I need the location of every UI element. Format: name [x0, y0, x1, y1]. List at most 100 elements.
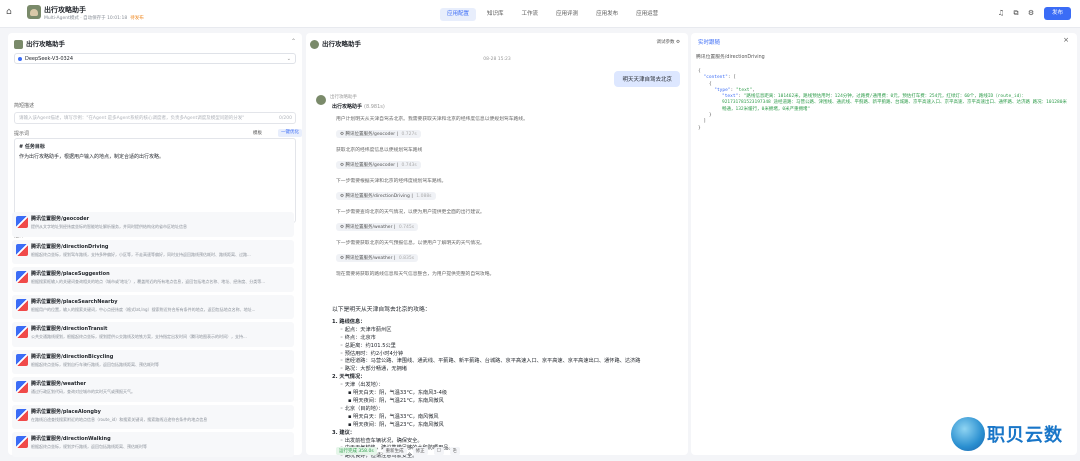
desc-label: 简短描述: [14, 103, 35, 109]
app-subtitle: Multi-Agent模式 · 自动保存于 10:01:18 待发布: [44, 16, 144, 21]
answer-line: ◦ 总距离：约101.5公里: [340, 342, 396, 349]
answer-line: 1. 路线信息：: [332, 318, 366, 325]
tool-call-chip[interactable]: ⚙ 腾讯位置服务/geocoder | 0.727s: [336, 130, 421, 138]
debug-params-button[interactable]: 调试参数: [657, 40, 675, 45]
answer-line: 3. 建议：: [332, 429, 355, 436]
tab-app-config[interactable]: 应用配置: [440, 8, 477, 21]
tab-eval[interactable]: 应用评测: [549, 8, 585, 21]
prompt-heading: # 任务目标: [19, 144, 45, 150]
plugin-icon: [16, 243, 28, 256]
optimize-button[interactable]: 一键优化: [278, 129, 302, 137]
plugin-icon: [16, 216, 28, 228]
tool-call-chip[interactable]: ⚙ 腾讯位置服务/geocoder | 0.743s: [336, 161, 421, 169]
chat-panel: 出行攻略助手 调试参数 ⚙ 08-28 15:23 明天天津自驾去北京 出行攻略…: [306, 33, 688, 459]
copy-icon[interactable]: ⧉: [1012, 9, 1020, 17]
chat-avatar: [310, 39, 319, 49]
prompt-label: 提示词: [14, 131, 30, 137]
thinking-line: 下一步需要根据天津和北京的经纬度规划驾车路线。: [336, 179, 447, 184]
gear-icon[interactable]: ⚙: [676, 40, 680, 45]
answer-line: ◦ 起点：天津市蓟州区: [340, 326, 392, 333]
thinking-line: 获取北京的经纬度信息以便规划驾车路线: [336, 148, 423, 153]
bell-icon[interactable]: ♫: [997, 9, 1005, 17]
plugin-item[interactable]: 腾讯位置服务/directionBicycling 根据起终点坐标，规划自行车骑行…: [12, 349, 294, 374]
app-title: 出行攻略助手: [44, 6, 86, 14]
nav-tabs: 应用配置 知识库 工作流 应用评测 应用发布 应用运营: [440, 8, 665, 21]
plugin-item[interactable]: 腾讯位置服务/weather 通过行政区划代码，查询对应城市的实时天气或预报天气。: [12, 377, 294, 402]
bot-name: 出行攻略助手: [330, 95, 357, 100]
home-icon[interactable]: ⌂: [6, 7, 17, 18]
thinking-title[interactable]: 出行攻略助手 (8.981s): [332, 103, 682, 110]
answer-line: ▪ 明天白天：阴，气温33°C，南风微风: [348, 413, 439, 420]
agent-avatar: [14, 39, 23, 49]
publish-button[interactable]: 发布: [1044, 7, 1071, 20]
plugin-item[interactable]: 腾讯位置服务/placeSearchNearby 根据用户的位置，输入的搜索关键词…: [12, 294, 294, 319]
plugin-item[interactable]: 腾讯位置服务/placeSuggestion 根据搜索框输入的关键词查询相关的地点…: [12, 267, 294, 292]
chat-title: 出行攻略助手: [310, 38, 361, 49]
answer: 以下是明天从天津自驾去北京的攻略： 1. 路线信息： ◦ 起点：天津市蓟州区 ◦ 终…: [332, 307, 682, 461]
plugin-item[interactable]: 腾讯位置服务/geocoder 提供从文字地址到经纬度坐标的智能地址解析服务，并同…: [12, 212, 294, 237]
run-status: 运行完成 358.0s: [336, 447, 377, 455]
thinking-process: 出行攻略助手 (8.981s) 用户计划明天从天津自驾去北京。我需要获取天津和北京…: [332, 103, 682, 282]
trace-path: 腾讯位置服务/directionDriving: [696, 55, 765, 60]
plugin-icon: [16, 271, 28, 283]
plugin-item[interactable]: 腾讯位置服务/directionTransit 公共交通路线规划，根据起终点坐标，…: [12, 322, 294, 347]
close-icon[interactable]: ×: [1063, 36, 1069, 44]
desc-input[interactable]: 请输入该Agent描述，填写示例："在Agent 是多Agent系统的核心调度者…: [14, 112, 296, 124]
desc-count: 0/200: [277, 113, 292, 123]
prompt-text: 作为出行攻略助手，根据用户输入的地点，制定合适的出行攻略。: [19, 154, 165, 160]
tab-release[interactable]: 应用发布: [589, 8, 625, 21]
brand-logo: [951, 417, 985, 451]
thinking-line: 下一步需要查询北京的天气情况，以便为用户提供更全面的出行建议。: [336, 210, 485, 215]
fix-button[interactable]: 修正: [412, 447, 428, 455]
prompt-editor[interactable]: # 任务目标 作为出行攻略助手，根据用户输入的地点，制定合适的出行攻略。 ⋯ 3…: [14, 138, 296, 223]
trace-panel: 实时跟随 × 腾讯位置服务/directionDriving { "conten…: [691, 33, 1077, 455]
status-badge: 待发布: [130, 16, 144, 21]
thinking-line: 下一步需要获取北京的天气预报信息，以便用户了解明天的天气情况。: [336, 241, 485, 246]
answer-heading: 以下是明天从天津自驾去北京的攻略：: [332, 307, 431, 313]
copy-icon[interactable]: ⎘: [449, 447, 460, 455]
plugin-icon: [16, 436, 28, 448]
tool-call-chip[interactable]: ⚙ 腾讯位置服务/weather | 0.835s: [336, 254, 419, 262]
top-bar: ⌂ 出行攻略助手 Multi-Agent模式 · 自动保存于 10:01:18 待…: [0, 0, 1080, 28]
plugin-icon: [16, 408, 28, 421]
plugin-icon: [16, 381, 28, 393]
tool-call-chip[interactable]: ⚙ 腾讯位置服务/weather | 0.745s: [336, 223, 419, 231]
timestamp: 08-28 15:23: [483, 57, 511, 62]
tab-knowledge[interactable]: 知识库: [480, 8, 511, 21]
chat-tools: 调试参数 ⚙: [657, 39, 680, 45]
thinking-line: 现在需要将获取的路线信息和天气信息整合，为用户提供完整的自驾攻略。: [336, 272, 495, 277]
trace-title: 实时跟随: [698, 40, 721, 46]
brand-watermark: 职贝云数: [951, 415, 1077, 455]
answer-line: ▪ 明天白天：阴，气温33°C，东南风3-4级: [348, 390, 448, 397]
plugin-item[interactable]: 腾讯位置服务/directionDriving 根据起终点坐标，规划驾车路线，支持…: [12, 239, 294, 264]
user-message: 明天天津自驾去北京: [614, 71, 680, 87]
bot-avatar: [316, 95, 326, 105]
answer-line: ◦ 路况：大部分畅通，无拥堵: [340, 366, 407, 373]
answer-line: ◦ 北京（目的地）：: [340, 405, 384, 412]
thinking-line: 用户计划明天从天津自驾去北京。我需要获取天津和北京的经纬度信息以便规划驾车路线。: [336, 117, 528, 122]
plugin-icon: [16, 298, 28, 311]
plugin-item[interactable]: 腾讯位置服务/placeAlongby 在路线沿途查找搜索附近的地点信息（rout…: [12, 404, 294, 429]
regenerate-button[interactable]: 重新生成: [382, 447, 407, 455]
answer-line: ▪ 明天夜间：阴，气温23°C，东南风微风: [348, 421, 444, 428]
tab-workflow[interactable]: 工作流: [515, 8, 546, 21]
template-button[interactable]: 模板: [253, 130, 262, 136]
chevron-down-icon: ⌄: [286, 56, 291, 62]
answer-line: ▪ 明天夜间：阴，气温21°C，东南风微风: [348, 397, 444, 404]
plugin-icon: [16, 353, 28, 366]
tab-ops[interactable]: 应用运营: [629, 8, 665, 21]
plugin-icon: [16, 326, 28, 338]
square-icon[interactable]: □: [433, 447, 444, 455]
agent-title: 出行攻略助手: [14, 38, 65, 49]
answer-line: ◦ 终点：北京市: [340, 334, 376, 341]
answer-line: ◦ 天津（出发地）：: [340, 382, 384, 389]
app-avatar: [27, 5, 41, 19]
chevron-up-icon[interactable]: ⌃: [291, 38, 296, 45]
settings-icon[interactable]: ⚙: [1027, 9, 1035, 17]
answer-line: 2. 天气情况：: [332, 374, 366, 381]
plugin-item[interactable]: 腾讯位置服务/directionWalking 根据起终点坐标，规划步行路线，返回…: [12, 432, 294, 457]
message-actions: 运行完成 358.0s 重新生成 修正 □ ⎘: [336, 447, 460, 455]
tool-call-chip[interactable]: ⚙ 腾讯位置服务/directionDriving | 1.088s: [336, 192, 436, 200]
brand-text: 职贝云数: [987, 425, 1063, 446]
model-select[interactable]: DeepSeek-V3-0324 ⌄: [14, 53, 296, 64]
